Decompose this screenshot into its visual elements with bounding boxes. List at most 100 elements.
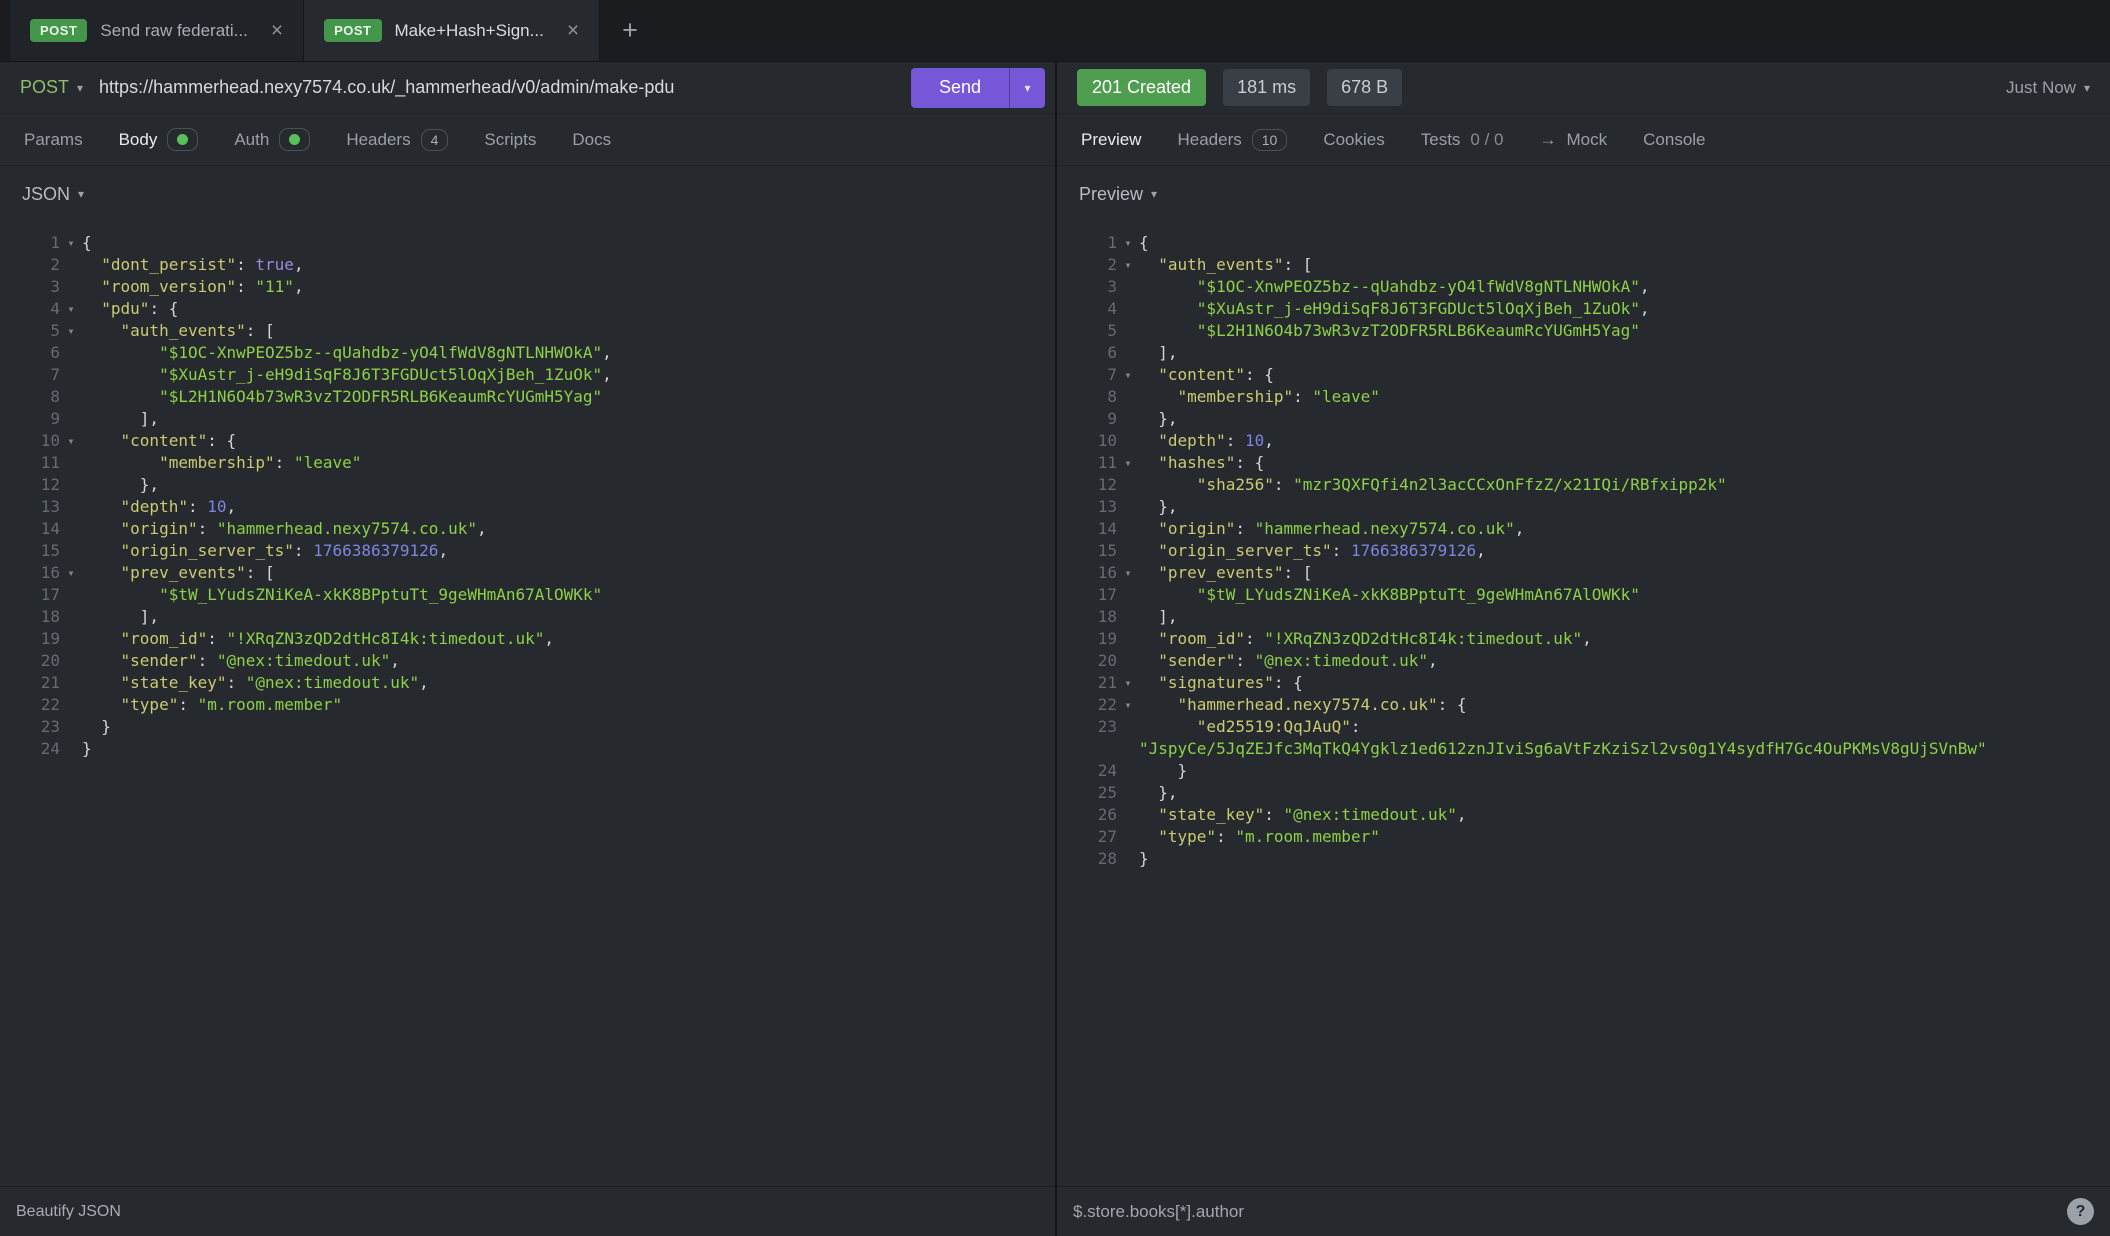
close-icon[interactable]: × <box>271 20 283 41</box>
tab-console[interactable]: Console <box>1625 114 1723 165</box>
line-number: 9 <box>16 408 60 430</box>
fold-toggle-icon[interactable]: ▾ <box>1117 254 1139 276</box>
tab-mock[interactable]: → Mock <box>1522 114 1626 165</box>
code-line[interactable]: 8 "$L2H1N6O4b73wR3vzT2ODFR5RLB6KeaumRcYU… <box>16 386 1047 408</box>
close-icon[interactable]: × <box>567 20 579 41</box>
fold-spacer <box>60 694 82 716</box>
code-line[interactable]: 4▾ "pdu": { <box>16 298 1047 320</box>
preview-mode-selector[interactable]: Preview ▾ <box>1057 166 2110 222</box>
fold-toggle-icon[interactable]: ▾ <box>60 232 82 254</box>
send-button-group: Send ▾ <box>911 68 1045 108</box>
line-number: 5 <box>16 320 60 342</box>
beautify-json-button[interactable]: Beautify JSON <box>16 1203 121 1221</box>
body-type-selector[interactable]: JSON ▾ <box>0 166 1055 222</box>
code-line[interactable]: 22 "type": "m.room.member" <box>16 694 1047 716</box>
fold-spacer <box>60 364 82 386</box>
code-line[interactable]: 11 "membership": "leave" <box>16 452 1047 474</box>
code-line: 11▾ "hashes": { <box>1073 452 2102 474</box>
code-line[interactable]: 15 "origin_server_ts": 1766386379126, <box>16 540 1047 562</box>
code-line[interactable]: 17 "$tW_LYudsZNiKeA-xkK8BPptuTt_9geWHmAn… <box>16 584 1047 606</box>
code-line: 28} <box>1073 848 2102 870</box>
tab-scripts[interactable]: Scripts <box>466 114 554 165</box>
code-line[interactable]: 5▾ "auth_events": [ <box>16 320 1047 342</box>
fold-toggle-icon[interactable]: ▾ <box>60 430 82 452</box>
fold-spacer <box>60 650 82 672</box>
line-number: 17 <box>1073 584 1117 606</box>
line-number: 1 <box>1073 232 1117 254</box>
fold-spacer <box>1117 782 1139 804</box>
line-number: 2 <box>16 254 60 276</box>
tab-headers[interactable]: Headers 4 <box>328 114 466 165</box>
line-number: 14 <box>1073 518 1117 540</box>
code-line[interactable]: 3 "room_version": "11", <box>16 276 1047 298</box>
code-line: 3 "$1OC-XnwPEOZ5bz--qUahdbz-yO4lfWdV8gNT… <box>1073 276 2102 298</box>
fold-toggle-icon[interactable]: ▾ <box>1117 672 1139 694</box>
tab-params[interactable]: Params <box>6 114 101 165</box>
send-button[interactable]: Send <box>911 68 1009 108</box>
fold-spacer <box>1117 386 1139 408</box>
code-line[interactable]: 21 "state_key": "@nex:timedout.uk", <box>16 672 1047 694</box>
fold-toggle-icon[interactable]: ▾ <box>60 562 82 584</box>
code-line[interactable]: 6 "$1OC-XnwPEOZ5bz--qUahdbz-yO4lfWdV8gNT… <box>16 342 1047 364</box>
fold-spacer <box>1117 408 1139 430</box>
request-tab-send-raw-federation[interactable]: POST Send raw federati... × <box>10 0 304 61</box>
help-icon[interactable]: ? <box>2067 1198 2094 1225</box>
code-line[interactable]: 20 "sender": "@nex:timedout.uk", <box>16 650 1047 672</box>
fold-spacer <box>1117 716 1139 738</box>
code-line[interactable]: 9 ], <box>16 408 1047 430</box>
code-line[interactable]: 23 } <box>16 716 1047 738</box>
fold-toggle-icon[interactable]: ▾ <box>1117 232 1139 254</box>
tab-response-headers[interactable]: Headers 10 <box>1159 114 1305 165</box>
line-number: 4 <box>16 298 60 320</box>
tab-preview[interactable]: Preview <box>1063 114 1159 165</box>
code-line[interactable]: 12 }, <box>16 474 1047 496</box>
code-line[interactable]: 10▾ "content": { <box>16 430 1047 452</box>
fold-spacer <box>60 276 82 298</box>
code-line[interactable]: 14 "origin": "hammerhead.nexy7574.co.uk"… <box>16 518 1047 540</box>
tab-tests[interactable]: Tests 0 / 0 <box>1403 114 1522 165</box>
code-line[interactable]: 13 "depth": 10, <box>16 496 1047 518</box>
tab-label: Preview <box>1081 130 1141 150</box>
code-line[interactable]: 16▾ "prev_events": [ <box>16 562 1047 584</box>
code-line[interactable]: 1▾{ <box>16 232 1047 254</box>
tab-label: Headers <box>346 130 410 150</box>
code-line[interactable]: 2 "dont_persist": true, <box>16 254 1047 276</box>
method-selector[interactable]: POST <box>20 77 69 98</box>
tab-body[interactable]: Body <box>101 114 217 165</box>
line-number: 16 <box>1073 562 1117 584</box>
request-body-editor[interactable]: 1▾{2 "dont_persist": true,3 "room_versio… <box>0 222 1055 1186</box>
fold-toggle-icon[interactable]: ▾ <box>60 298 82 320</box>
tab-docs[interactable]: Docs <box>554 114 629 165</box>
fold-spacer <box>60 386 82 408</box>
tab-cookies[interactable]: Cookies <box>1305 114 1402 165</box>
code-line[interactable]: 24} <box>16 738 1047 760</box>
fold-toggle-icon[interactable]: ▾ <box>1117 452 1139 474</box>
fold-toggle-icon[interactable]: ▾ <box>1117 694 1139 716</box>
tab-label: Auth <box>234 130 269 150</box>
code-line: 10 "depth": 10, <box>1073 430 2102 452</box>
fold-spacer <box>1117 804 1139 826</box>
code-line[interactable]: 18 ], <box>16 606 1047 628</box>
fold-toggle-icon[interactable]: ▾ <box>1117 364 1139 386</box>
add-tab-button[interactable]: + <box>600 0 660 61</box>
tab-title: Make+Hash+Sign... <box>395 21 544 41</box>
chevron-down-icon[interactable]: ▾ <box>77 81 83 95</box>
response-filter-input[interactable] <box>1073 1202 2067 1222</box>
code-line[interactable]: 7 "$XuAstr_j-eH9diSqF8J6T3FGDUct5lOqXjBe… <box>16 364 1047 386</box>
fold-spacer <box>1117 276 1139 298</box>
request-tab-make-hash-sign[interactable]: POST Make+Hash+Sign... × <box>304 0 600 61</box>
line-number: 15 <box>16 540 60 562</box>
code-line[interactable]: 19 "room_id": "!XRqZN3zQD2dtHc8I4k:timed… <box>16 628 1047 650</box>
code-line: 14 "origin": "hammerhead.nexy7574.co.uk"… <box>1073 518 2102 540</box>
tab-auth[interactable]: Auth <box>216 114 328 165</box>
request-nav-tabs: Params Body Auth Headers 4 Scripts <box>0 114 1055 166</box>
fold-toggle-icon[interactable]: ▾ <box>60 320 82 342</box>
green-dot-icon <box>289 134 300 145</box>
headers-count-badge: 4 <box>421 129 449 151</box>
fold-toggle-icon[interactable]: ▾ <box>1117 562 1139 584</box>
response-history-dropdown[interactable]: Just Now ▾ <box>2006 78 2100 98</box>
send-options-button[interactable]: ▾ <box>1009 68 1045 108</box>
request-footer: Beautify JSON <box>0 1186 1055 1236</box>
url-input[interactable]: https://hammerhead.nexy7574.co.uk/_hamme… <box>99 77 674 98</box>
response-size-badge: 678 B <box>1327 69 1402 106</box>
